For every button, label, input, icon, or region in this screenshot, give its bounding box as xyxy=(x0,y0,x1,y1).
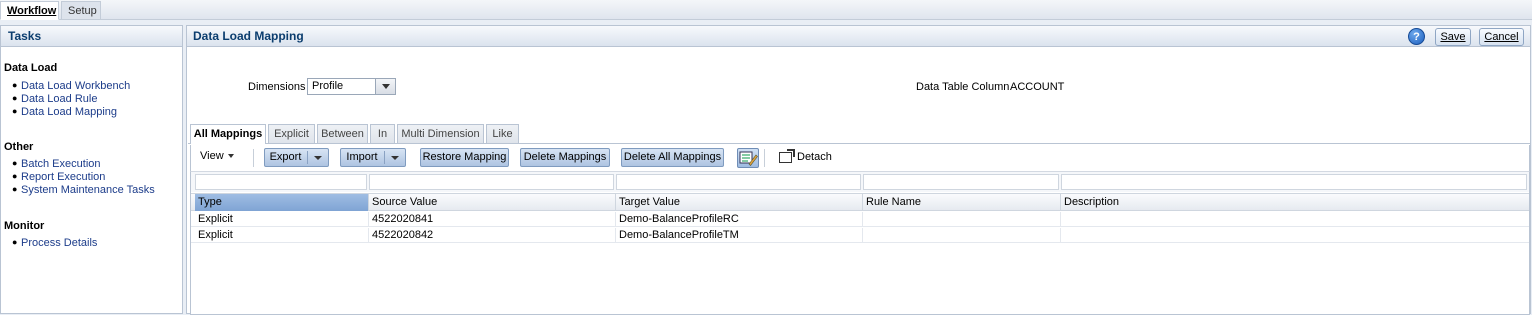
caret-down-icon xyxy=(227,154,234,158)
filter-row xyxy=(191,172,1529,192)
bullet-icon: ● xyxy=(12,80,18,90)
filter-rule-name-input[interactable] xyxy=(863,174,1059,190)
split-divider xyxy=(384,151,385,164)
caret-down-icon[interactable] xyxy=(391,156,399,160)
task-link-report-execution[interactable]: ● Report Execution xyxy=(12,171,105,183)
cell-description xyxy=(1061,212,1529,227)
cell-description xyxy=(1061,228,1529,243)
data-table-column-value: ACCOUNT xyxy=(1010,81,1065,93)
cell-type: Explicit xyxy=(195,228,369,243)
mappings-table: Type Source Value Target Value Rule Name… xyxy=(190,171,1530,315)
toolbar-divider xyxy=(253,149,254,167)
top-tab-bar: Workflow Setup xyxy=(0,0,1532,20)
column-header-description[interactable]: Description xyxy=(1061,194,1529,211)
bullet-icon: ● xyxy=(12,158,18,168)
split-divider xyxy=(307,151,308,164)
tab-workflow[interactable]: Workflow xyxy=(0,1,59,20)
table-row[interactable]: Explicit 4522020841 Demo-BalanceProfileR… xyxy=(191,212,1529,227)
tab-between[interactable]: Between xyxy=(317,124,368,143)
cell-source-value: 4522020841 xyxy=(369,212,616,227)
filter-source-value-input[interactable] xyxy=(369,174,614,190)
import-button[interactable]: Import xyxy=(340,148,406,167)
tasks-panel: Tasks Data Load ● Data Load Workbench ● Da… xyxy=(0,25,183,314)
data-load-mapping-panel: Data Load Mapping ? Save Cancel Dimensio… xyxy=(186,25,1531,315)
dimensions-select-value: Profile xyxy=(312,80,344,92)
main-header: Data Load Mapping ? Save Cancel xyxy=(187,26,1530,47)
filter-target-value-input[interactable] xyxy=(616,174,861,190)
toolbar-divider xyxy=(764,149,765,167)
filter-description-input[interactable] xyxy=(1061,174,1527,190)
task-link-data-load-workbench[interactable]: ● Data Load Workbench xyxy=(12,80,130,92)
bullet-icon: ● xyxy=(12,237,18,247)
chevron-down-icon[interactable] xyxy=(375,79,395,94)
tab-like[interactable]: Like xyxy=(486,124,519,143)
tab-setup[interactable]: Setup xyxy=(61,1,101,20)
bullet-icon: ● xyxy=(12,93,18,103)
tasks-panel-title: Tasks xyxy=(1,26,182,47)
tab-multi-dimension[interactable]: Multi Dimension xyxy=(397,124,484,143)
detach-button[interactable]: Detach xyxy=(797,151,832,163)
cell-rule-name xyxy=(863,212,1061,227)
delete-all-mappings-button[interactable]: Delete All Mappings xyxy=(621,148,724,167)
tab-explicit[interactable]: Explicit xyxy=(268,124,315,143)
cancel-button[interactable]: Cancel xyxy=(1479,28,1524,46)
column-header-rule-name[interactable]: Rule Name xyxy=(863,194,1061,211)
page-title: Data Load Mapping xyxy=(193,29,304,43)
cell-target-value: Demo-BalanceProfileRC xyxy=(616,212,863,227)
task-link-system-maintenance-tasks[interactable]: ● System Maintenance Tasks xyxy=(12,184,155,196)
column-header-target-value[interactable]: Target Value xyxy=(616,194,863,211)
mapping-type-tabs: All Mappings Explicit Between In Multi D… xyxy=(188,124,1531,144)
detach-icon[interactable] xyxy=(779,149,795,163)
edit-grid-glyph xyxy=(739,151,758,166)
task-group-other: Other xyxy=(4,141,34,153)
view-menu[interactable]: View xyxy=(200,150,234,162)
task-link-process-details[interactable]: ● Process Details xyxy=(12,237,97,249)
table-header: Type Source Value Target Value Rule Name… xyxy=(191,193,1529,211)
save-button[interactable]: Save xyxy=(1435,28,1471,46)
help-icon[interactable]: ? xyxy=(1408,28,1425,45)
task-group-data-load: Data Load xyxy=(4,62,58,74)
tab-in[interactable]: In xyxy=(370,124,395,143)
delete-mappings-button[interactable]: Delete Mappings xyxy=(520,148,610,167)
table-row[interactable]: Explicit 4522020842 Demo-BalanceProfileT… xyxy=(191,228,1529,243)
caret-down-icon[interactable] xyxy=(314,156,322,160)
dimensions-select[interactable]: Profile xyxy=(307,78,396,95)
task-link-batch-execution[interactable]: ● Batch Execution xyxy=(12,158,101,170)
bullet-icon: ● xyxy=(12,171,18,181)
bullet-icon: ● xyxy=(12,184,18,194)
export-button[interactable]: Export xyxy=(264,148,329,167)
cell-target-value: Demo-BalanceProfileTM xyxy=(616,228,863,243)
restore-mapping-button[interactable]: Restore Mapping xyxy=(420,148,509,167)
column-header-type[interactable]: Type xyxy=(195,194,369,211)
task-link-data-load-rule[interactable]: ● Data Load Rule xyxy=(12,93,97,105)
mapping-toolbar: View Export Import Restore Mapping Delet… xyxy=(190,145,1530,171)
task-group-monitor: Monitor xyxy=(4,220,45,232)
table-empty-area xyxy=(191,243,1529,314)
bullet-icon: ● xyxy=(12,106,18,116)
task-link-data-load-mapping[interactable]: ● Data Load Mapping xyxy=(12,106,117,118)
cell-source-value: 4522020842 xyxy=(369,228,616,243)
column-header-source-value[interactable]: Source Value xyxy=(369,194,616,211)
data-table-column-label: Data Table Column xyxy=(916,81,1010,93)
cell-type: Explicit xyxy=(195,212,369,227)
cell-rule-name xyxy=(863,228,1061,243)
dimensions-label: Dimensions xyxy=(248,81,306,93)
tab-all-mappings[interactable]: All Mappings xyxy=(190,124,266,144)
filter-type-input[interactable] xyxy=(195,174,367,190)
edit-grid-icon[interactable] xyxy=(737,148,759,168)
